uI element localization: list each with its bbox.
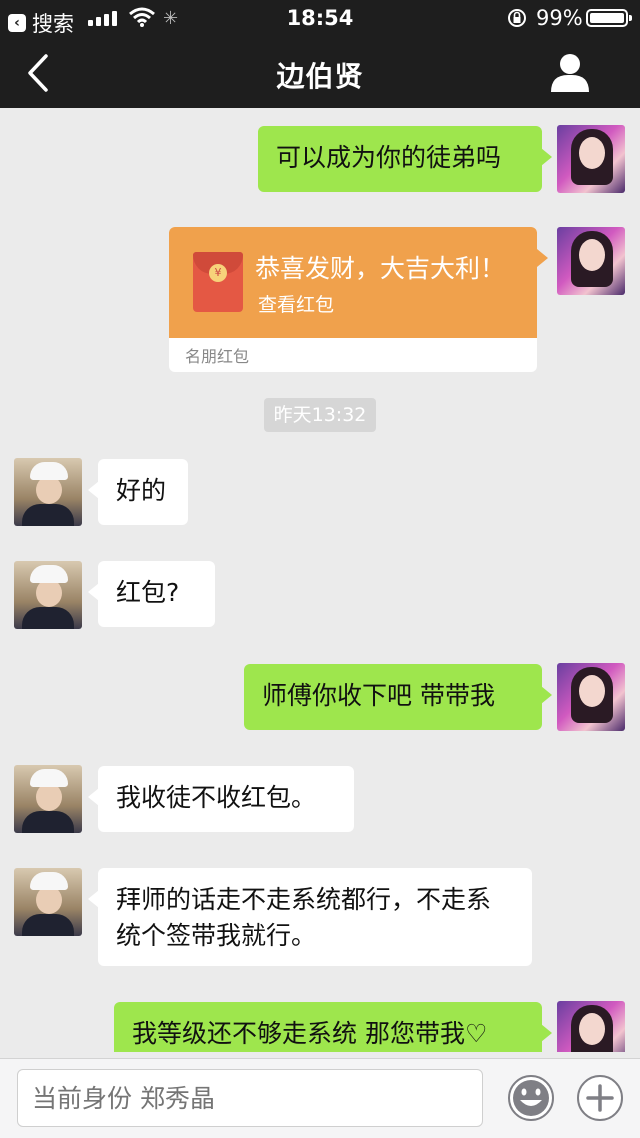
add-attachment-icon[interactable] [576, 1074, 624, 1122]
message-bubble-received[interactable]: 好的 [88, 459, 188, 525]
nav-bar: 边伯贤 [0, 38, 640, 108]
my-avatar[interactable] [557, 125, 625, 193]
red-packet-tail [537, 249, 548, 267]
contact-avatar[interactable] [14, 458, 82, 526]
contact-profile-icon[interactable] [548, 50, 592, 96]
message-input[interactable] [17, 1069, 483, 1127]
red-packet-footer: 名朋红包 [185, 347, 250, 366]
message-text: 红包? [116, 578, 180, 607]
message-text: 拜师的话走不走系统都行，不走系统个签带我就行。 [116, 885, 492, 950]
input-bar [0, 1058, 640, 1138]
my-avatar[interactable] [557, 663, 625, 731]
message-bubble-sent[interactable]: 可以成为你的徒弟吗 [258, 126, 552, 192]
my-avatar[interactable] [557, 1001, 625, 1052]
red-packet-open-label: 查看红包 [258, 294, 335, 316]
status-bar: ‹ 搜索 ✳ 18:54 99% [0, 0, 640, 38]
red-packet-wish: 恭喜发财，大吉大利！ [255, 254, 506, 283]
message-bubble-received[interactable]: 拜师的话走不走系统都行，不走系统个签带我就行。 [88, 868, 532, 966]
top-bar: ‹ 搜索 ✳ 18:54 99% 边伯贤 [0, 0, 640, 108]
chat-title: 边伯贤 [276, 60, 364, 93]
battery-percent: 99% [536, 6, 583, 30]
my-avatar[interactable] [557, 227, 625, 295]
contact-avatar[interactable] [14, 868, 82, 936]
message-text: 我收徒不收红包。 [116, 783, 317, 812]
message-bubble-received[interactable]: 红包? [88, 561, 215, 627]
red-packet-card[interactable]: ¥ 恭喜发财，大吉大利！ 查看红包 名朋红包 [169, 227, 537, 372]
message-bubble-sent[interactable]: 师傅你收下吧 带带我 [244, 664, 552, 730]
message-text: 可以成为你的徒弟吗 [276, 143, 502, 172]
message-bubble-sent[interactable]: 我等级还不够走系统 那您带我♡ [114, 1002, 552, 1052]
battery-icon [586, 9, 632, 27]
orientation-lock-icon [508, 9, 526, 27]
message-text: 好的 [116, 476, 167, 505]
emoji-icon[interactable] [507, 1074, 555, 1122]
message-text: 我等级还不够走系统 那您带我♡ [132, 1019, 488, 1048]
red-envelope-icon: ¥ [193, 252, 243, 312]
message-text: 师傅你收下吧 带带我 [262, 681, 495, 710]
contact-avatar[interactable] [14, 561, 82, 629]
message-bubble-received[interactable]: 我收徒不收红包。 [88, 766, 354, 832]
contact-avatar[interactable] [14, 765, 82, 833]
message-timestamp: 昨天13:32 [264, 398, 376, 432]
chat-messages[interactable]: 可以成为你的徒弟吗 ¥ 恭喜发财，大吉大利！ 查看红包 名朋红包 昨天13:32… [0, 108, 640, 1052]
